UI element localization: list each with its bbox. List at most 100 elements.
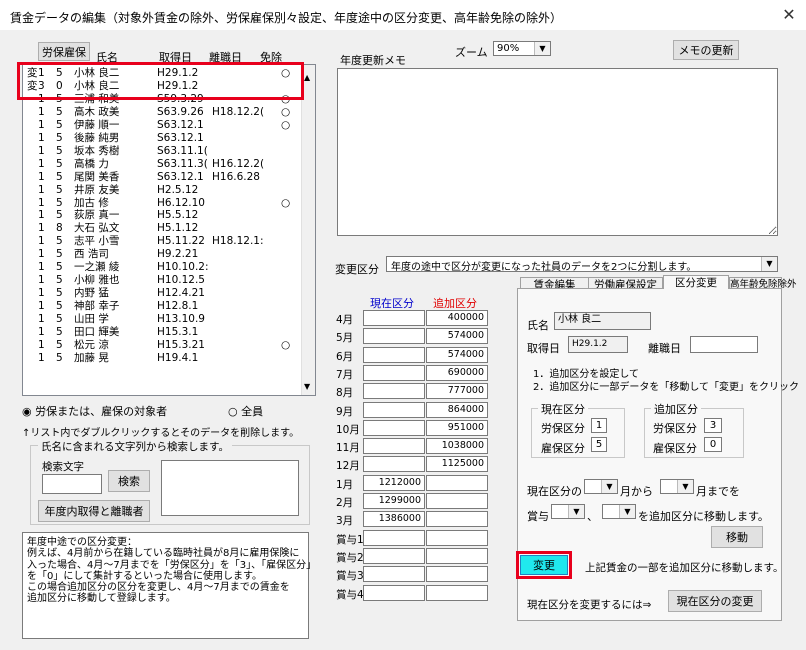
chevron-down-icon[interactable]: ▼	[677, 480, 693, 493]
employee-row[interactable]: 1 5 山田 学 H13.10.9	[23, 313, 301, 326]
move-button[interactable]: 移動	[711, 526, 763, 548]
row-acquired: S63.12.1	[157, 170, 204, 183]
wage-added-cell[interactable]	[426, 584, 488, 601]
wage-current-cell[interactable]	[363, 401, 425, 418]
chevron-down-icon[interactable]: ▼	[568, 505, 584, 518]
radio-all[interactable]: ○ 全員	[228, 403, 263, 419]
chevron-down-icon[interactable]: ▼	[761, 257, 777, 271]
wage-current-cell[interactable]	[363, 383, 425, 400]
change-button[interactable]: 変更	[520, 555, 568, 575]
employee-row[interactable]: 1 5 伊藤 順一 S63.12.1 ○	[23, 119, 301, 132]
wage-added-cell[interactable]: 1038000	[426, 438, 488, 455]
wage-row-label: 4月	[336, 314, 354, 326]
employee-row[interactable]: 1 5 坂本 秀樹 S63.11.1(	[23, 145, 301, 158]
employee-row[interactable]: 1 5 加古 修 H6.12.10 ○	[23, 197, 301, 210]
search-button[interactable]: 検索	[108, 470, 150, 492]
wage-added-cell[interactable]: 690000	[426, 364, 488, 381]
row-b: 5	[56, 351, 63, 364]
wage-current-cell[interactable]	[363, 529, 425, 546]
wage-row-label: 賞与4	[336, 588, 364, 601]
wage-current-cell[interactable]: 1299000	[363, 493, 425, 509]
chevron-down-icon[interactable]: ▼	[601, 480, 617, 493]
wage-current-cell[interactable]	[363, 438, 425, 455]
employee-row[interactable]: 1 5 井原 友美 H2.5.12	[23, 184, 301, 197]
chevron-down-icon[interactable]: ▼	[619, 505, 635, 518]
added-employ-field[interactable]: 0	[704, 437, 722, 452]
employee-row[interactable]: 1 5 尾関 美香 S63.12.1 H16.6.28	[23, 171, 301, 184]
wage-current-cell[interactable]	[363, 364, 425, 381]
row-b: 5	[56, 261, 63, 274]
wage-added-cell[interactable]	[426, 566, 488, 583]
chevron-down-icon[interactable]: ▼	[534, 42, 550, 55]
row-name: 一之瀬 綾	[74, 261, 120, 274]
employee-row[interactable]: 1 5 小柳 雅也 H10.12.5	[23, 274, 301, 287]
note-line: この場合追加区分の区分を変更し、4月～7月までの賃金を	[27, 582, 290, 594]
list-scrollbar[interactable]: ▲ ▼	[301, 65, 315, 395]
employee-row[interactable]: 1 5 神部 幸子 H12.8.1	[23, 300, 301, 313]
row-acquired: H5.1.12	[157, 222, 199, 235]
memo-update-button[interactable]: メモの更新	[673, 40, 739, 60]
employee-row[interactable]: 1 5 加藤 晃 H19.4.1	[23, 352, 301, 365]
employee-row[interactable]: 1 5 高木 政美 S63.9.26 H18.12.2(○	[23, 106, 301, 119]
employee-row[interactable]: 1 5 田口 輝美 H15.3.1	[23, 326, 301, 339]
wage-added-cell[interactable]	[426, 547, 488, 564]
insurance-toggle-button[interactable]: 労保雇保	[38, 42, 90, 61]
added-labor-field[interactable]: 3	[704, 418, 722, 433]
wage-added-cell[interactable]: 1125000	[426, 456, 488, 473]
search-input[interactable]	[42, 474, 102, 494]
change-type-select[interactable]: 年度の途中で区分が変更になった社員のデータを2つに分割します。 ▼	[386, 256, 778, 273]
wage-current-cell[interactable]: 1212000	[363, 474, 425, 491]
employee-row[interactable]: 1 5 荻原 真一 H5.5.12	[23, 209, 301, 222]
employee-row[interactable]: 1 5 内野 猛 H12.4.21	[23, 287, 301, 300]
wage-current-cell[interactable]	[363, 346, 425, 363]
wage-current-cell[interactable]: 1386000	[363, 511, 425, 528]
wage-added-cell[interactable]	[426, 529, 488, 546]
range-from-select[interactable]: ▼	[584, 479, 618, 494]
radio-all-label: 全員	[241, 405, 264, 418]
wage-current-cell[interactable]	[363, 566, 425, 583]
row-b: 5	[56, 183, 63, 196]
wage-added-cell[interactable]	[426, 474, 488, 491]
wage-added-cell[interactable]	[426, 493, 488, 509]
radio-target[interactable]: ◉ 労保または、雇保の対象者	[22, 403, 167, 419]
added-category-header: 追加区分	[433, 297, 477, 310]
employee-row[interactable]: 1 5 一之瀬 綾 H10.10.2:	[23, 261, 301, 274]
wage-current-cell[interactable]	[363, 456, 425, 473]
employee-list[interactable]: 変 1 5 小林 良二 H29.1.2 ○ 変 3 0 小林 良二 H29.1.2 1 5 三浦 和美 S5…	[22, 64, 316, 396]
bonus-select-1[interactable]: ▼	[551, 504, 585, 519]
panel-acquired-label: 取得日	[527, 342, 560, 355]
tab-category-change[interactable]: 区分変更	[663, 275, 729, 289]
search-results[interactable]	[161, 460, 299, 516]
scroll-up-icon[interactable]: ▲	[304, 73, 310, 82]
wage-added-cell[interactable]: 574000	[426, 346, 488, 363]
row-b: 5	[56, 209, 63, 222]
wage-added-cell[interactable]: 864000	[426, 401, 488, 418]
employee-row[interactable]: 1 5 高橋 力 S63.11.3(H16.12.2(	[23, 158, 301, 171]
employee-row[interactable]: 15 西 浩司 H9.2.21	[23, 248, 301, 261]
row-acquired: H19.4.1	[157, 351, 199, 364]
employee-row[interactable]: 1 8 大石 弘文 H5.1.12	[23, 222, 301, 235]
bonus-select-2[interactable]: ▼	[602, 504, 636, 519]
employee-row[interactable]: 1 5 松元 涼 H15.3.21 ○	[23, 339, 301, 352]
current-labor-field[interactable]: 1	[591, 418, 607, 433]
wage-added-cell[interactable]: 574000	[426, 328, 488, 345]
close-icon[interactable]: ✕	[776, 4, 802, 26]
wage-current-cell[interactable]	[363, 584, 425, 601]
current-employ-field[interactable]: 5	[591, 437, 607, 452]
change-current-button[interactable]: 現在区分の変更	[668, 590, 762, 612]
employee-row[interactable]: 1 5 志平 小雪 H5.11.22 H18.12.1:	[23, 235, 301, 248]
range-to-select[interactable]: ▼	[660, 479, 694, 494]
within-year-button[interactable]: 年度内取得と離職者	[38, 500, 150, 522]
wage-current-cell[interactable]	[363, 547, 425, 564]
wage-current-cell[interactable]	[363, 419, 425, 436]
wage-added-cell[interactable]	[426, 511, 488, 528]
wage-added-cell[interactable]: 951000	[426, 419, 488, 436]
employee-row[interactable]: 1 5 後藤 純男 S63.12.1	[23, 132, 301, 145]
scroll-down-icon[interactable]: ▼	[304, 382, 310, 391]
wage-current-cell[interactable]	[363, 328, 425, 345]
wage-current-cell[interactable]	[363, 310, 425, 326]
zoom-select[interactable]: 90% ▼	[493, 41, 551, 56]
wage-added-cell[interactable]: 400000	[426, 310, 488, 326]
wage-added-cell[interactable]: 777000	[426, 383, 488, 400]
memo-textarea[interactable]	[337, 68, 778, 236]
